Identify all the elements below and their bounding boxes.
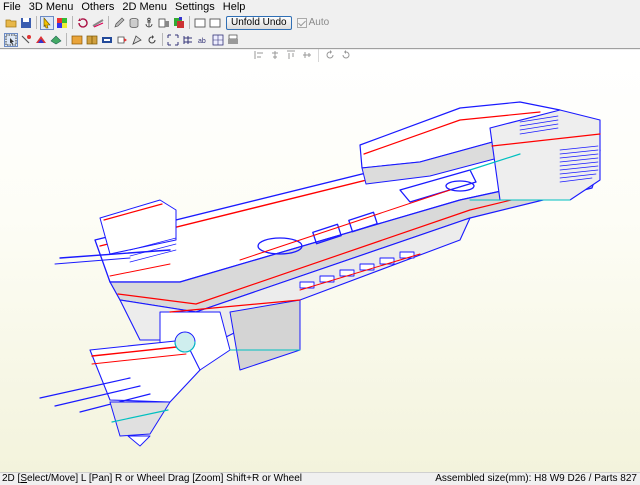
window-a-icon[interactable] [193, 16, 207, 30]
3d-viewport[interactable] [0, 50, 640, 472]
pencil-icon[interactable] [112, 16, 126, 30]
tab-icon[interactable] [70, 33, 84, 47]
align-center-icon[interactable] [268, 48, 282, 62]
flag-icon[interactable] [100, 33, 114, 47]
window-b-icon[interactable] [208, 16, 222, 30]
rotate-right-icon[interactable] [339, 48, 353, 62]
toolbar-3d: Unfold Undo Auto [0, 14, 640, 31]
rotate-part-icon[interactable] [145, 33, 159, 47]
status-hint-select-key: S [20, 473, 28, 484]
toolbar-separator [318, 48, 319, 62]
number-icon[interactable] [181, 33, 195, 47]
starship-wireframe [39, 101, 601, 447]
anchor-icon[interactable] [142, 16, 156, 30]
status-hint-rest: elect/Move] L [Pan] R or Wheel Drag [Zoo… [27, 473, 303, 484]
edge-icon[interactable] [130, 33, 144, 47]
color-view-icon[interactable] [172, 16, 186, 30]
print-icon[interactable] [226, 33, 240, 47]
status-hint-prefix: 2D [ [2, 473, 21, 484]
select-3d-icon[interactable] [40, 15, 54, 30]
menu-bar: File 3D Menu Others 2D Menu Settings Hel… [0, 0, 640, 14]
color-cube-icon[interactable] [55, 16, 69, 30]
toolbar-separator [36, 16, 37, 29]
svg-text:ab: ab [198, 38, 206, 45]
assembled-size: Assembled size(mm): H8 W9 D26 / Parts 82… [435, 473, 637, 484]
toolbar-2d: ab [0, 31, 640, 48]
book-icon[interactable] [85, 33, 99, 47]
status-bar: 2D [Select/Move] L [Pan] R or Wheel Drag… [0, 472, 640, 485]
unfold-undo-button[interactable]: Unfold Undo [226, 15, 292, 30]
toolbar-separator [108, 16, 109, 29]
paint-icon[interactable] [34, 33, 48, 47]
join-icon[interactable] [19, 33, 33, 47]
toolbar-separator [66, 33, 67, 46]
menu-others[interactable]: Others [77, 0, 118, 14]
fold-icon[interactable] [49, 33, 63, 47]
menu-settings[interactable]: Settings [171, 0, 219, 14]
cylinder-icon[interactable] [127, 16, 141, 30]
menu-3d[interactable]: 3D Menu [25, 0, 78, 14]
save-icon[interactable] [19, 16, 33, 30]
shear-icon[interactable] [91, 16, 105, 30]
auto-checkbox-wrap[interactable]: Auto [296, 17, 330, 28]
viewport-frame [0, 48, 640, 472]
open-folder-icon[interactable] [4, 16, 18, 30]
status-hint: 2D [Select/Move] L [Pan] R or Wheel Drag… [2, 473, 302, 485]
align-top-icon[interactable] [284, 48, 298, 62]
menu-2d[interactable]: 2D Menu [118, 0, 171, 14]
toolbar-separator [162, 33, 163, 46]
rotate-icon[interactable] [76, 16, 90, 30]
rotate-left-icon[interactable] [323, 48, 337, 62]
auto-label: Auto [308, 17, 330, 28]
align-middle-icon[interactable] [300, 48, 314, 62]
select-arrow-icon[interactable] [4, 32, 18, 47]
toolbar-separator [189, 16, 190, 29]
menu-file[interactable]: File [0, 0, 25, 14]
align-left-icon[interactable] [252, 48, 266, 62]
grid-icon[interactable] [211, 33, 225, 47]
align-icon[interactable] [166, 33, 180, 47]
auto-checkbox[interactable] [296, 17, 307, 28]
text-icon[interactable]: ab [196, 33, 210, 47]
part-view-icon[interactable] [157, 16, 171, 30]
toolbar-separator [72, 16, 73, 29]
tab-flip-icon[interactable] [115, 33, 129, 47]
align-toolbar [252, 48, 353, 62]
menu-help[interactable]: Help [219, 0, 250, 14]
